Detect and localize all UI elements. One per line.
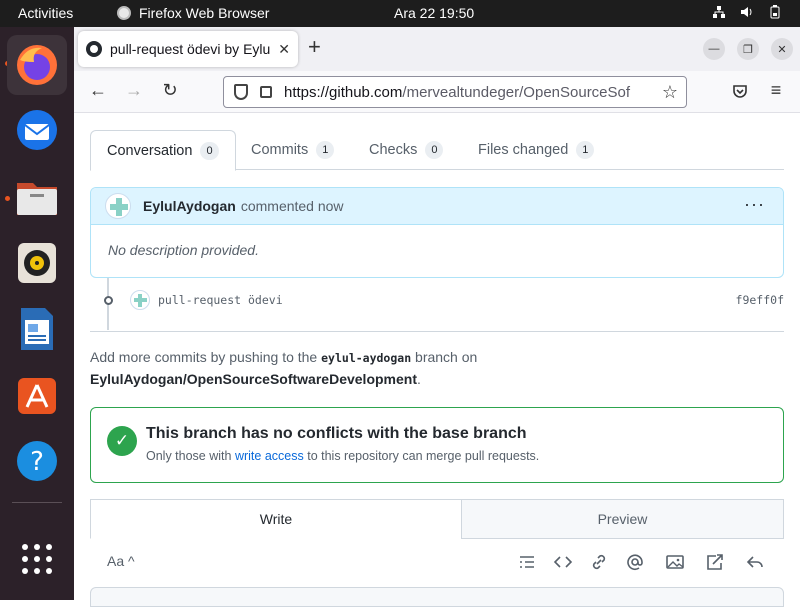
commit-row: pull-request ödevi f9eff0f <box>130 288 784 312</box>
thunderbird-icon[interactable] <box>7 100 67 160</box>
tab-conversation[interactable]: Conversation 0 <box>90 130 236 171</box>
firefox-icon[interactable] <box>7 35 67 95</box>
menu-icon[interactable]: ≡ <box>764 80 788 101</box>
reload-icon[interactable]: ↻ <box>158 80 182 101</box>
firefox-small-icon <box>117 6 131 20</box>
back-icon[interactable]: ← <box>86 80 110 101</box>
tab-counter: 1 <box>576 141 595 159</box>
pr-tabs: Conversation 0 Commits 1 Checks 0 Files … <box>90 130 784 171</box>
help-icon[interactable]: ? <box>7 431 67 491</box>
dock: ? <box>0 27 74 600</box>
minimize-icon[interactable]: — <box>703 38 725 60</box>
cross-reference-icon[interactable] <box>705 552 725 572</box>
tab-counter: 0 <box>425 141 444 159</box>
chevron-up-icon: ^ <box>128 553 135 569</box>
write-access-link[interactable]: write access <box>235 449 304 463</box>
browser-nav-bar: ← → ↻ https://github.com/mervealtundeger… <box>74 71 800 113</box>
text-style-button[interactable]: Aa ^ <box>107 553 135 569</box>
comment-action: commented now <box>240 198 344 214</box>
forward-icon[interactable]: → <box>122 80 146 101</box>
close-tab-icon[interactable]: ✕ <box>278 41 290 58</box>
tab-write[interactable]: Write <box>90 499 462 539</box>
svg-text:?: ? <box>30 447 44 477</box>
comment-textarea[interactable] <box>90 587 784 607</box>
close-window-icon[interactable]: ✕ <box>771 38 793 60</box>
reply-icon[interactable] <box>745 552 765 572</box>
commit-sha[interactable]: f9eff0f <box>736 293 784 307</box>
maximize-icon[interactable]: ❐ <box>737 38 759 60</box>
tab-commits[interactable]: Commits 1 <box>251 130 335 170</box>
mention-icon[interactable] <box>625 552 645 572</box>
timeline-divider <box>90 331 784 332</box>
tracking-protection-icon[interactable] <box>234 84 248 100</box>
url-bar[interactable]: https://github.com/mervealtundeger/OpenS… <box>223 76 687 108</box>
tab-counter: 0 <box>200 141 219 160</box>
dock-separator <box>12 502 62 503</box>
browser-tab-strip: pull-request ödevi by Eylu ✕ + — ❐ ✕ <box>74 27 800 71</box>
link-icon[interactable] <box>589 552 609 572</box>
avatar[interactable] <box>105 193 131 219</box>
tab-counter: 1 <box>316 141 335 159</box>
comment-menu-icon[interactable]: ··· <box>744 194 765 215</box>
comment-header: EylulAydogan commented now ··· <box>91 188 783 225</box>
code-icon[interactable] <box>553 552 573 572</box>
files-icon[interactable] <box>7 167 67 227</box>
merge-status-subtitle: Only those with write access to this rep… <box>146 449 540 463</box>
comment-author[interactable]: EylulAydogan <box>143 198 236 214</box>
network-icon <box>713 6 725 18</box>
url-text: https://github.com/mervealtundeger/OpenS… <box>284 83 631 101</box>
git-commit-icon <box>101 293 115 307</box>
volume-icon <box>741 7 752 17</box>
battery-icon <box>770 5 780 19</box>
app-name: Firefox Web Browser <box>139 5 270 21</box>
tab-preview[interactable]: Preview <box>461 499 784 539</box>
image-icon[interactable] <box>665 552 685 572</box>
merge-status-box: ✓ This branch has no conflicts with the … <box>90 407 784 483</box>
task-list-icon[interactable] <box>517 552 537 572</box>
pr-comment: EylulAydogan commented now ··· No descri… <box>90 187 784 278</box>
tab-checks[interactable]: Checks 0 <box>369 130 444 170</box>
commit-message[interactable]: pull-request ödevi <box>158 293 283 307</box>
show-apps-icon[interactable] <box>7 529 67 589</box>
comment-editor: Write Preview Aa ^ <box>90 499 784 609</box>
tab-files-changed[interactable]: Files changed 1 <box>478 130 595 170</box>
lock-icon[interactable] <box>260 86 272 98</box>
editor-toolbar: Aa ^ <box>90 539 784 585</box>
push-hint: Add more commits by pushing to the eylul… <box>90 349 478 387</box>
repo-name: EylulAydogan/OpenSourceSoftwareDevelopme… <box>90 371 417 387</box>
system-tray[interactable] <box>712 5 782 19</box>
tab-title: pull-request ödevi by Eylu <box>110 41 271 57</box>
branch-name: eylul-aydogan <box>321 351 412 365</box>
merge-status-title: This branch has no conflicts with the ba… <box>146 425 527 442</box>
github-pr-page: Conversation 0 Commits 1 Checks 0 Files … <box>74 113 800 607</box>
commit-avatar[interactable] <box>130 290 150 310</box>
editor-tabs: Write Preview <box>90 499 784 539</box>
activities-button[interactable]: Activities <box>18 5 73 21</box>
github-icon <box>86 41 102 57</box>
browser-tab[interactable]: pull-request ödevi by Eylu ✕ <box>78 31 298 67</box>
gnome-top-bar: Activities Firefox Web Browser Ara 22 19… <box>0 0 800 27</box>
writer-icon[interactable] <box>7 299 67 359</box>
clock[interactable]: Ara 22 19:50 <box>394 5 474 21</box>
pocket-icon[interactable] <box>732 84 748 100</box>
new-tab-button[interactable]: + <box>308 36 321 58</box>
app-center-icon[interactable] <box>7 365 67 425</box>
rhythmbox-icon[interactable] <box>7 233 67 293</box>
comment-body: No description provided. <box>108 242 259 258</box>
bookmark-star-icon[interactable]: ☆ <box>662 82 678 103</box>
app-menu[interactable]: Firefox Web Browser <box>117 5 269 21</box>
check-icon: ✓ <box>107 426 137 456</box>
